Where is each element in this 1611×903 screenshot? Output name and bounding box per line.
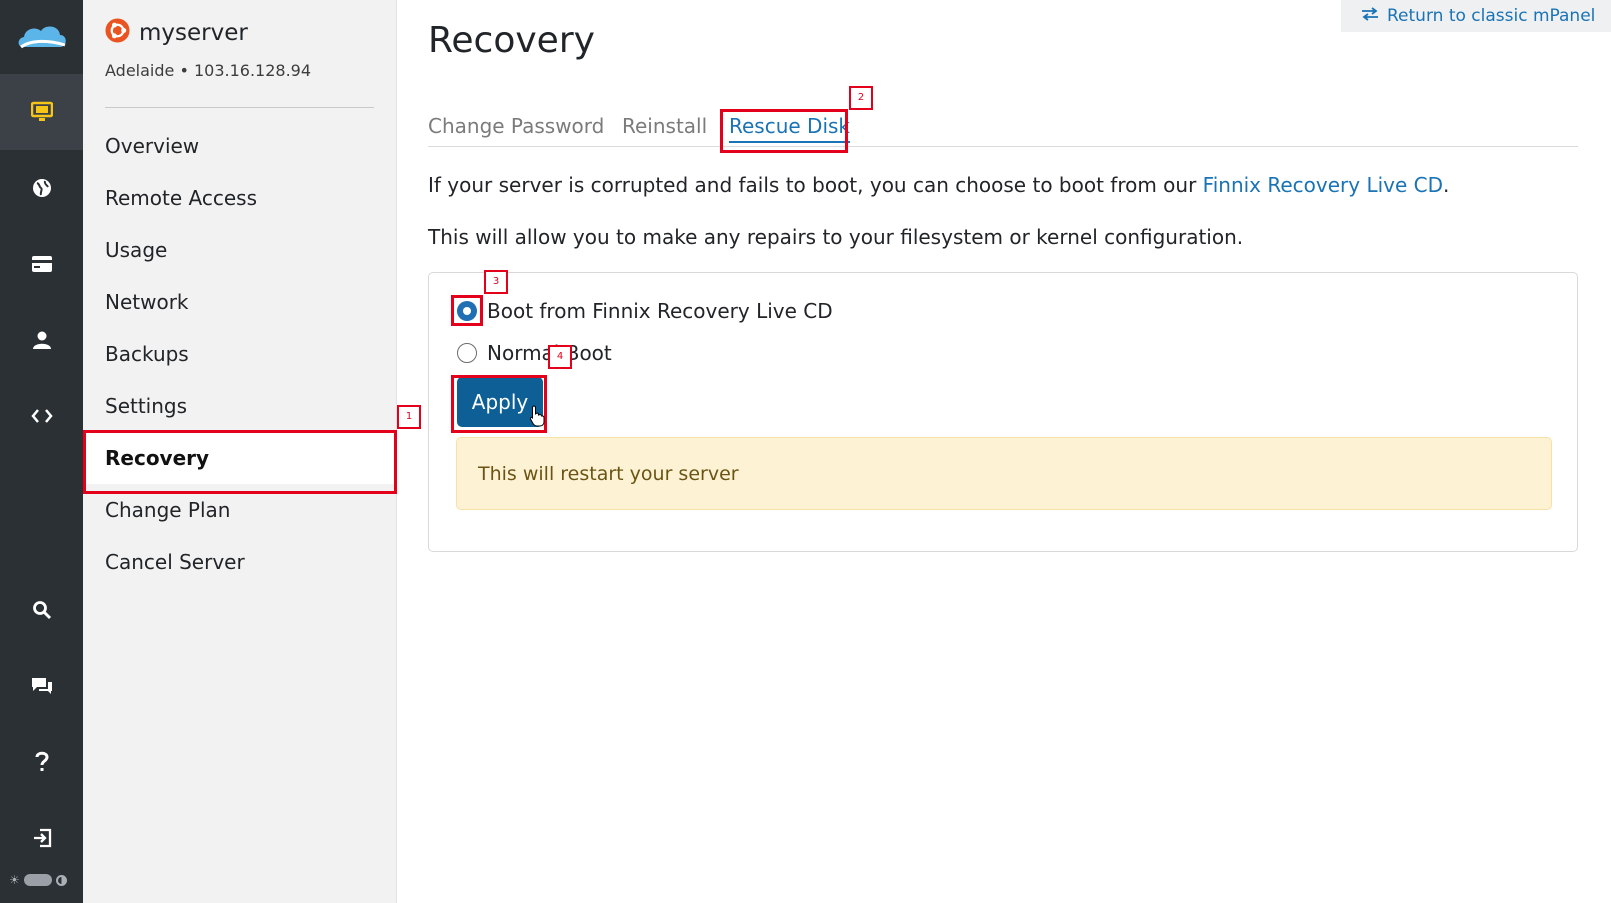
highlight-recovery-nav bbox=[83, 430, 397, 494]
rail-domains[interactable] bbox=[0, 150, 83, 226]
help-icon bbox=[34, 751, 50, 773]
nav-item-network[interactable]: Network bbox=[83, 276, 397, 328]
theme-toggle[interactable]: ☀ bbox=[9, 872, 75, 888]
highlight-finnix-radio bbox=[451, 295, 483, 326]
annotation-tag-4: 4 bbox=[548, 345, 572, 369]
logout-icon bbox=[32, 828, 52, 848]
toggle-track[interactable] bbox=[23, 874, 52, 886]
contrast-icon bbox=[55, 874, 67, 886]
rail-billing[interactable] bbox=[0, 226, 83, 302]
chat-icon bbox=[31, 676, 53, 696]
nav-item-cancel-server[interactable]: Cancel Server bbox=[83, 536, 397, 588]
nav-item-overview[interactable]: Overview bbox=[83, 120, 397, 172]
intro-text-start: If your server is corrupted and fails to… bbox=[428, 173, 1203, 197]
server-menu: Overview Remote Access Usage Network Bac… bbox=[83, 120, 397, 588]
nav-item-usage[interactable]: Usage bbox=[83, 224, 397, 276]
server-header: myserver Adelaide • 103.16.128.94 bbox=[105, 18, 311, 80]
sun-icon: ☀ bbox=[9, 873, 20, 887]
annotation-tag-3: 3 bbox=[484, 270, 508, 294]
recovery-tabs: Change Password Reinstall Rescue Disk bbox=[428, 110, 1578, 147]
server-name: myserver bbox=[139, 19, 248, 46]
globe-icon bbox=[32, 178, 52, 198]
cloud-logo-icon[interactable] bbox=[0, 0, 83, 74]
rail-search[interactable] bbox=[0, 572, 83, 648]
restart-warning-text: This will restart your server bbox=[478, 462, 739, 485]
restart-warning: This will restart your server bbox=[456, 437, 1552, 510]
finnix-link[interactable]: Finnix Recovery Live CD bbox=[1203, 173, 1443, 197]
rail-account[interactable] bbox=[0, 302, 83, 378]
hand-cursor-icon bbox=[529, 405, 545, 431]
search-icon bbox=[32, 600, 52, 620]
ubuntu-icon bbox=[105, 18, 130, 47]
rail-support[interactable] bbox=[0, 648, 83, 724]
nav-item-remote-access[interactable]: Remote Access bbox=[83, 172, 397, 224]
credit-card-icon bbox=[31, 255, 53, 273]
icon-rail: ☀ bbox=[0, 0, 83, 903]
intro-text: If your server is corrupted and fails to… bbox=[428, 173, 1449, 197]
rail-api[interactable] bbox=[0, 378, 83, 454]
rail-logout[interactable] bbox=[0, 800, 83, 876]
annotation-tag-1: 1 bbox=[397, 405, 421, 429]
nav-divider bbox=[105, 107, 374, 108]
code-icon bbox=[30, 408, 53, 424]
nav-item-settings[interactable]: Settings bbox=[83, 380, 397, 432]
monitor-icon bbox=[30, 101, 53, 123]
intro-text-end: . bbox=[1443, 173, 1450, 197]
page-title: Recovery bbox=[428, 20, 595, 61]
rail-servers[interactable] bbox=[0, 74, 83, 150]
option-normal-boot[interactable]: Normal Boot bbox=[457, 341, 612, 365]
radio-normal-boot[interactable] bbox=[457, 343, 477, 363]
return-classic-label: Return to classic mPanel bbox=[1387, 6, 1596, 26]
option-finnix-label: Boot from Finnix Recovery Live CD bbox=[487, 299, 833, 323]
server-location: Adelaide • 103.16.128.94 bbox=[105, 61, 312, 80]
tab-change-password[interactable]: Change Password bbox=[428, 114, 604, 138]
annotation-tag-2: 2 bbox=[849, 86, 873, 110]
highlight-rescue-tab bbox=[720, 109, 848, 153]
swap-arrows-icon bbox=[1361, 6, 1379, 26]
nav-item-backups[interactable]: Backups bbox=[83, 328, 397, 380]
boot-options-panel: Boot from Finnix Recovery Live CD Normal… bbox=[428, 272, 1578, 552]
user-icon bbox=[32, 330, 52, 350]
option-finnix[interactable]: Boot from Finnix Recovery Live CD bbox=[457, 299, 833, 323]
rail-help[interactable] bbox=[0, 724, 83, 800]
tab-reinstall[interactable]: Reinstall bbox=[622, 114, 707, 138]
intro-text-2: This will allow you to make any repairs … bbox=[428, 225, 1244, 249]
return-classic-link[interactable]: Return to classic mPanel bbox=[1341, 0, 1611, 32]
